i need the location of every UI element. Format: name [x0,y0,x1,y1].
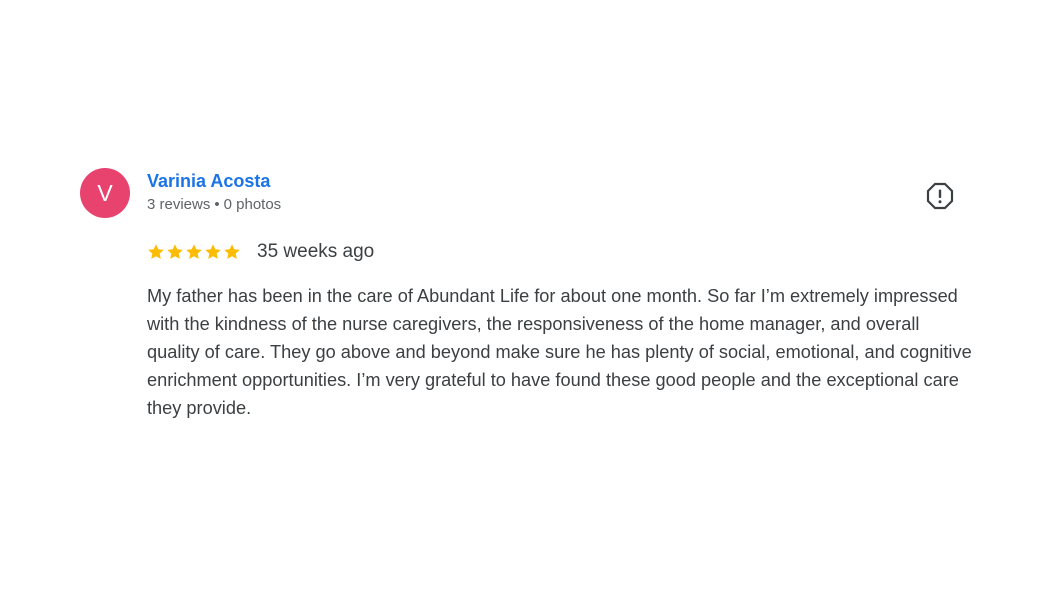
rating-row: 35 weeks ago [147,240,374,264]
report-flag-icon [926,182,954,210]
review-time: 35 weeks ago [257,241,375,262]
avatar[interactable]: V [80,168,130,218]
reviews-count: 3 reviews [147,196,211,213]
star-icon [205,244,221,259]
star-icon [148,244,164,259]
photos-count: 0 photos [223,196,282,213]
star-icon [224,244,240,259]
author-meta: 3 reviews • 0 photos [147,194,281,216]
review-header: V Varinia Acosta 3 reviews • 0 photos [80,168,980,222]
review-text: My father has been in the care of Abunda… [147,286,972,418]
star-icon [186,244,202,259]
star-rating [147,243,241,261]
report-review-button[interactable] [926,182,954,210]
meta-separator: • [214,196,220,213]
star-icon [167,244,183,259]
author-block: Varinia Acosta 3 reviews • 0 photos [147,169,281,216]
review-card: V Varinia Acosta 3 reviews • 0 photos 35 w… [80,168,980,418]
author-name-link[interactable]: Varinia Acosta [147,169,281,193]
